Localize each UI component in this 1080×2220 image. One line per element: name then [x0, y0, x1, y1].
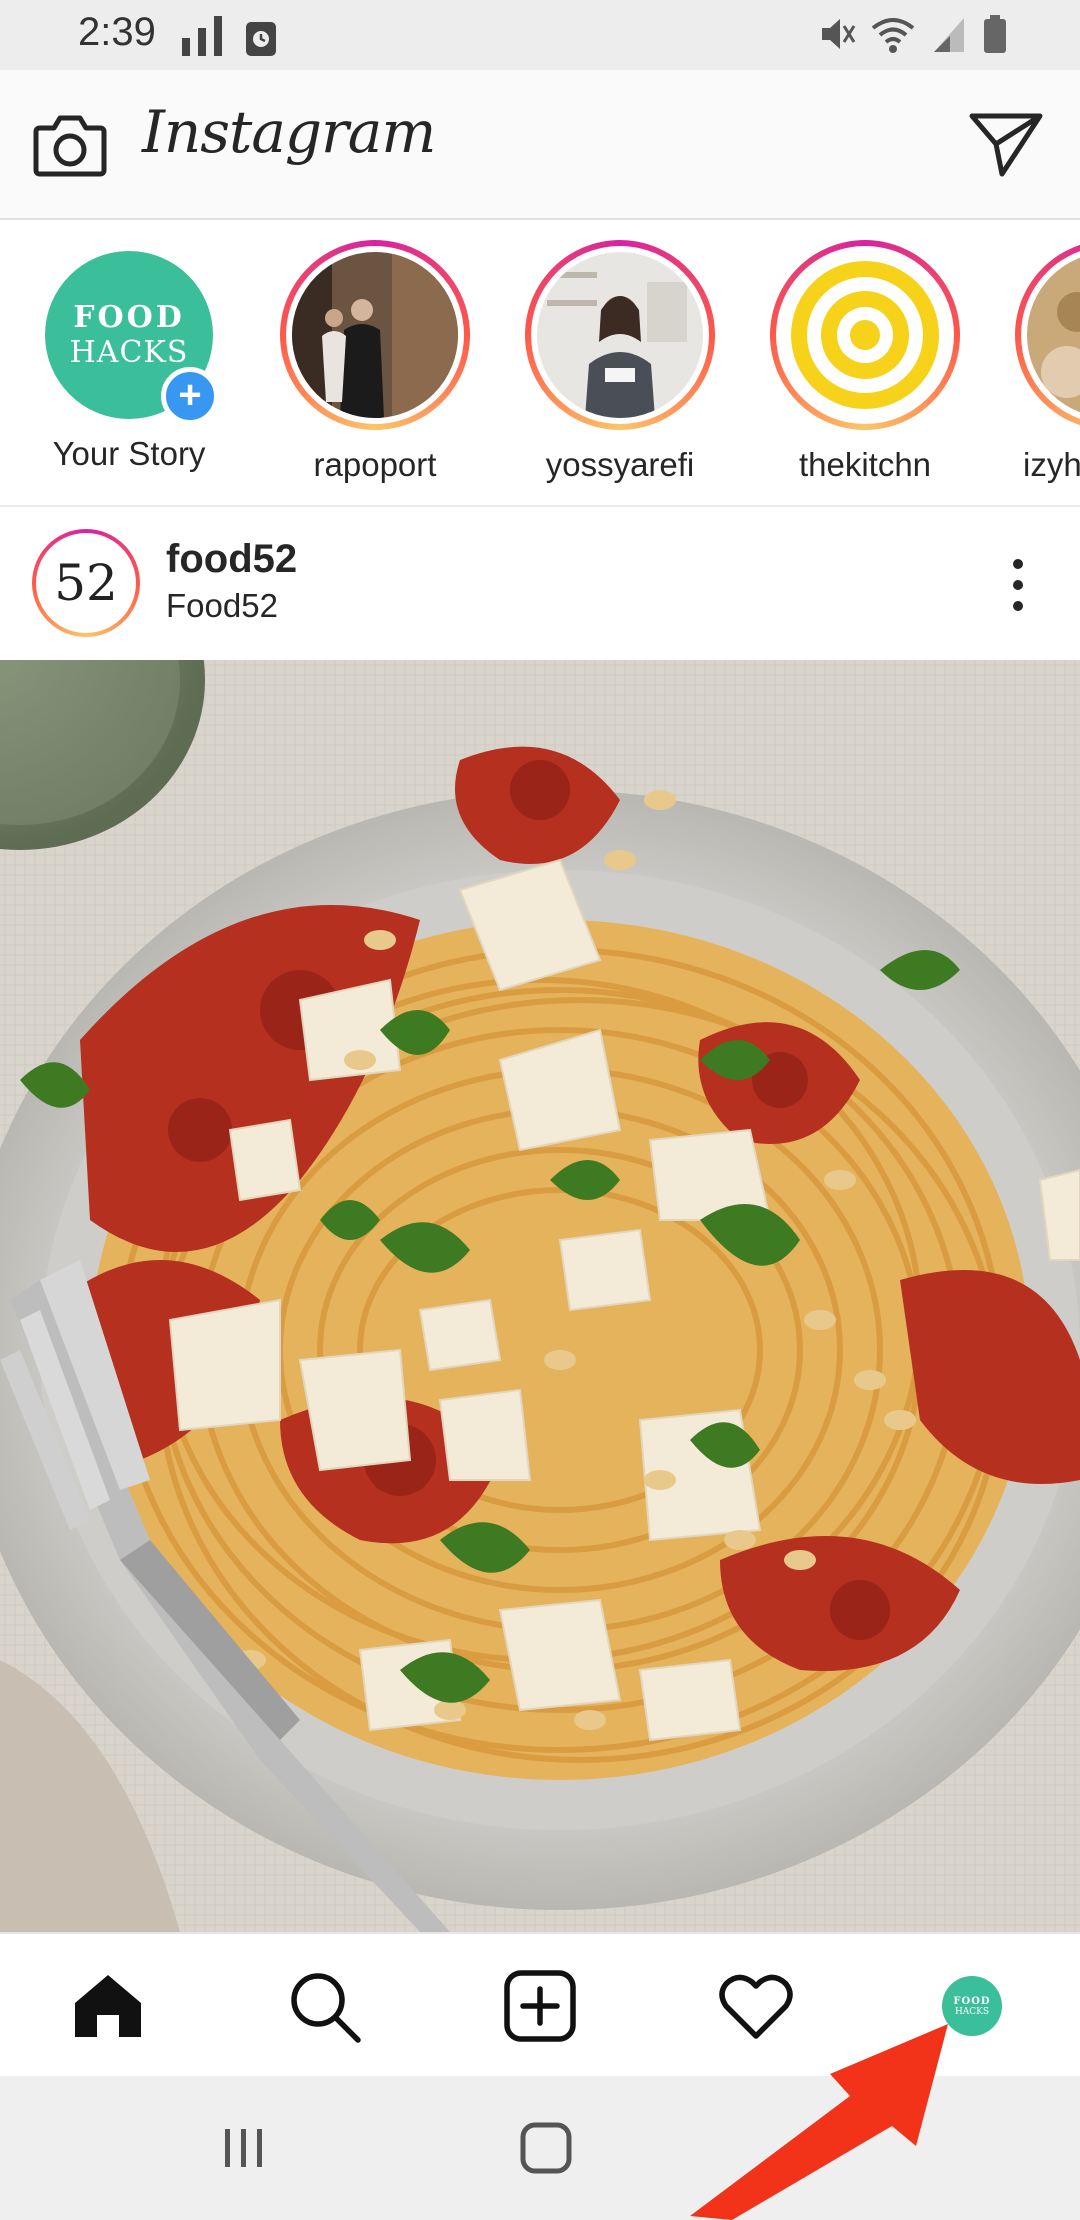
system-nav-bar	[0, 2076, 1080, 2220]
story-thekitchn[interactable]: thekitchn	[750, 240, 980, 484]
nav-profile[interactable]: FOOD HACKS	[928, 1962, 1016, 2050]
recent-apps-button[interactable]	[204, 2116, 284, 2180]
stories-tray: FOOD HACKS + Your Story rapoport yossyar…	[0, 220, 1080, 507]
story-label: thekitchn	[798, 446, 932, 483]
cell-signal-icon	[934, 18, 964, 52]
nav-home[interactable]	[64, 1962, 152, 2050]
battery-icon	[984, 15, 1006, 53]
nav-search[interactable]	[280, 1962, 368, 2050]
post-image[interactable]	[0, 660, 1080, 1932]
camera-icon	[33, 115, 107, 177]
vertical-dots-icon	[1013, 559, 1023, 569]
direct-message-button[interactable]	[968, 108, 1044, 178]
avatar	[537, 252, 703, 418]
story-yossyarefi[interactable]: yossyarefi	[505, 240, 735, 484]
home-system-button[interactable]	[506, 2116, 586, 2180]
add-story-badge[interactable]: +	[161, 367, 219, 425]
profile-avatar: FOOD HACKS	[942, 1976, 1002, 2036]
instagram-logo: Instagram	[142, 98, 436, 166]
story-label: rapoport	[313, 446, 437, 483]
signal-bars-icon	[182, 16, 222, 56]
story-your-story[interactable]: FOOD HACKS + Your Story	[14, 240, 244, 473]
your-story-avatar: FOOD HACKS +	[45, 251, 219, 425]
post-header: 52 food52 Food52	[0, 507, 1080, 659]
nav-new-post[interactable]	[496, 1962, 584, 2050]
avatar	[292, 252, 458, 418]
post-subtitle: Food52	[166, 587, 278, 624]
status-time: 2:39	[78, 10, 156, 54]
app-bar: Instagram	[0, 70, 1080, 220]
recent-apps-icon	[225, 2129, 262, 2167]
story-rapoport[interactable]: rapoport	[260, 240, 490, 484]
post-username[interactable]: food52	[166, 537, 297, 582]
mute-icon	[822, 19, 856, 49]
bottom-nav: FOOD HACKS	[0, 1932, 1080, 2078]
search-icon	[291, 1973, 361, 2043]
post-more-button[interactable]	[1008, 559, 1028, 611]
home-square-icon	[520, 2122, 572, 2174]
status-bar: 2:39	[0, 0, 1080, 70]
plus-square-icon	[504, 1970, 576, 2042]
story-label: yossyarefi	[545, 446, 695, 483]
screen-record-icon	[246, 22, 276, 56]
avatar	[782, 252, 948, 418]
heart-icon	[719, 1974, 793, 2039]
avatar	[1027, 252, 1080, 418]
home-icon	[75, 1975, 141, 2037]
post-avatar[interactable]: 52	[32, 529, 140, 637]
story-label: izyh	[1023, 446, 1080, 483]
story-izyh[interactable]: izyh	[995, 240, 1080, 484]
nav-activity[interactable]	[712, 1962, 800, 2050]
wifi-icon	[871, 18, 915, 53]
story-label: Your Story	[52, 435, 206, 472]
camera-button[interactable]	[32, 110, 108, 180]
paper-plane-icon	[969, 113, 1043, 177]
